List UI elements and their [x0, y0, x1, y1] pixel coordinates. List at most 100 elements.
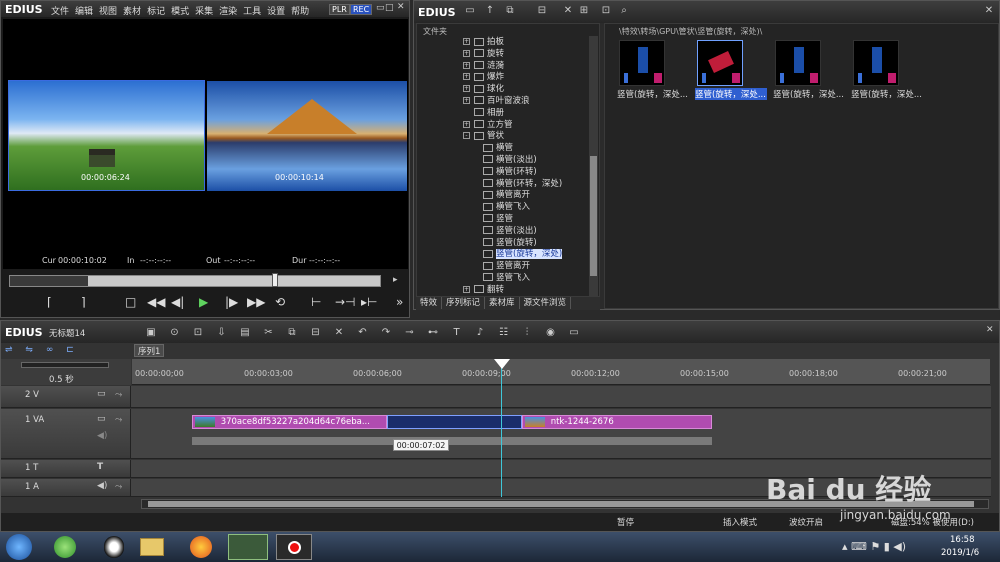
menu-item-5[interactable]: 模式	[171, 7, 189, 17]
expand-icon[interactable]: +	[463, 96, 470, 104]
tree-item[interactable]: 横管离开	[463, 190, 593, 202]
layout-icon[interactable]: ▭	[567, 327, 581, 339]
new-sequence-icon[interactable]: ▣	[144, 327, 158, 339]
folder-icon[interactable]: ▭	[463, 5, 477, 17]
rec-button[interactable]: REC	[350, 4, 373, 15]
undo-icon[interactable]: ↶	[356, 327, 370, 339]
view-icon[interactable]: ⊞	[577, 5, 591, 17]
mic-icon[interactable]: ♪	[473, 327, 487, 339]
menu-item-10[interactable]: 帮助	[291, 7, 309, 17]
scroll-right-icon[interactable]: ▸	[393, 275, 398, 285]
tree-item[interactable]: + 爆炸	[463, 72, 593, 84]
audio-mixer-icon[interactable]: ⫶	[520, 327, 534, 339]
track-2v-video-icon[interactable]: ▭	[97, 389, 106, 399]
expand-icon[interactable]: +	[463, 49, 470, 57]
open-icon[interactable]: ⊡	[191, 327, 205, 339]
app-record-icon[interactable]	[276, 534, 312, 560]
save-icon[interactable]: ▤	[238, 327, 252, 339]
clip-2[interactable]: ntk-1244-2676	[522, 415, 712, 429]
tree-item[interactable]: 横管(环转)	[463, 167, 593, 179]
transition-label[interactable]: 竖管(旋转，深处...	[851, 88, 923, 100]
expand-icon[interactable]: +	[463, 120, 470, 128]
library-tab-0[interactable]: 特效	[416, 297, 443, 309]
track-1a-link-icon[interactable]: ⤳	[115, 482, 122, 492]
expand-icon[interactable]: +	[463, 61, 470, 69]
tree-scroll-thumb[interactable]	[590, 156, 597, 276]
tree-item[interactable]: + 旋转	[463, 49, 593, 61]
transition-label[interactable]: 竖管(旋转，深处...	[617, 88, 689, 100]
tree-item[interactable]: 横管(环转，深处)	[463, 179, 593, 191]
mark-icon[interactable]: ⊸	[403, 327, 417, 339]
app-360-icon[interactable]	[54, 536, 76, 558]
redo-icon[interactable]: ↷	[379, 327, 393, 339]
delete-icon[interactable]: ✕	[561, 5, 575, 17]
close-icon[interactable]: ✕	[397, 2, 405, 12]
expand-icon[interactable]: +	[463, 73, 470, 81]
track-1va-speaker-icon[interactable]: ◀)	[97, 431, 107, 441]
tree-item[interactable]: 竖管(旋转)	[463, 238, 593, 250]
tree-item[interactable]: 竖管飞入	[463, 273, 593, 285]
mark-out-icon[interactable]: ⌉	[81, 295, 86, 309]
tree-item[interactable]: + 拍板	[463, 37, 593, 49]
start-button[interactable]	[6, 534, 32, 560]
prev-frame-icon[interactable]: ◀|	[171, 295, 184, 309]
tree-item[interactable]: 相册	[463, 108, 593, 120]
menu-item-0[interactable]: 文件	[51, 7, 69, 17]
right-preview-frame[interactable]: 00:00:10:14	[207, 81, 407, 191]
track-1va-link-icon[interactable]: ⤳	[115, 415, 122, 425]
minimize-icon[interactable]: ▭	[376, 3, 385, 13]
app-qq-icon[interactable]	[104, 536, 124, 558]
zoom-label[interactable]: 0.5 秒	[49, 373, 74, 385]
tree-item[interactable]: + 翻转	[463, 285, 593, 297]
link-icon[interactable]: ⊷	[426, 327, 440, 339]
cut-icon[interactable]: ✂	[262, 327, 276, 339]
track-2v-header[interactable]: 2 V ▭ ⤳	[1, 386, 131, 407]
tree-item[interactable]: + 涟漪	[463, 61, 593, 73]
properties-icon[interactable]: ⊡	[599, 5, 613, 17]
ripple-delete-icon[interactable]: ✕	[332, 327, 346, 339]
playhead-line[interactable]	[501, 361, 502, 497]
mixer-icon[interactable]: ☷	[497, 327, 511, 339]
track-2v-link-icon[interactable]: ⤳	[115, 390, 122, 400]
play-icon[interactable]: ▶	[199, 295, 208, 309]
clip-1[interactable]: 370ace8df53227a204d64c76eba...	[192, 415, 387, 429]
transition-thumbnail[interactable]	[775, 40, 821, 86]
record-icon[interactable]: ◉	[544, 327, 558, 339]
more-icon[interactable]: »	[396, 295, 403, 309]
tree-item[interactable]: 竖管	[463, 214, 593, 226]
track-1va-video-icon[interactable]: ▭	[97, 414, 106, 424]
transition-thumbnail[interactable]	[853, 40, 899, 86]
loop-icon[interactable]: ⟲	[275, 295, 285, 309]
collapse-icon[interactable]: -	[463, 132, 470, 140]
rewind-icon[interactable]: ◀◀	[147, 295, 165, 309]
search-icon[interactable]: ⌕	[617, 5, 631, 17]
left-preview-frame[interactable]: 00:00:06:24	[8, 80, 205, 191]
zoom-slider[interactable]	[21, 362, 109, 368]
stop-icon[interactable]: □	[125, 295, 136, 309]
track-mode-icon[interactable]: ⇌	[5, 345, 13, 355]
title-icon[interactable]: T	[450, 327, 464, 339]
fast-forward-icon[interactable]: ▶▶	[247, 295, 265, 309]
link-mode-icon[interactable]: ∞	[46, 345, 54, 355]
tree-item[interactable]: 竖管离开	[463, 261, 593, 273]
library-tab-2[interactable]: 素材库	[485, 297, 520, 309]
track-1t-header[interactable]: 1 T T	[1, 460, 131, 477]
plr-button[interactable]: PLR	[329, 4, 350, 15]
library-tab-3[interactable]: 源文件浏览	[520, 297, 572, 309]
menu-item-8[interactable]: 工具	[243, 7, 261, 17]
overwrite-icon[interactable]: →⊣	[335, 295, 356, 309]
app-edius-icon[interactable]	[228, 534, 268, 560]
split-icon[interactable]: ▸⊢	[361, 295, 377, 309]
transition-thumbnail[interactable]	[619, 40, 665, 86]
time-ruler[interactable]: 00:00:00;00 00:00:03;00 00:00:06;00 00:00:0…	[132, 359, 990, 385]
menu-item-2[interactable]: 视图	[99, 7, 117, 17]
playhead-marker[interactable]	[494, 359, 510, 369]
transition-label[interactable]: 竖管(旋转，深处...	[695, 88, 767, 100]
toolbox-icon[interactable]: ⊟	[535, 5, 549, 17]
tree-item[interactable]: + 百叶窗波浪	[463, 96, 593, 108]
expand-icon[interactable]: +	[463, 85, 470, 93]
group-icon[interactable]: ⊏	[66, 345, 74, 355]
capture-icon[interactable]: ⊙	[168, 327, 182, 339]
tree-scrollbar[interactable]	[589, 36, 598, 296]
tree-item[interactable]: 横管(淡出)	[463, 155, 593, 167]
